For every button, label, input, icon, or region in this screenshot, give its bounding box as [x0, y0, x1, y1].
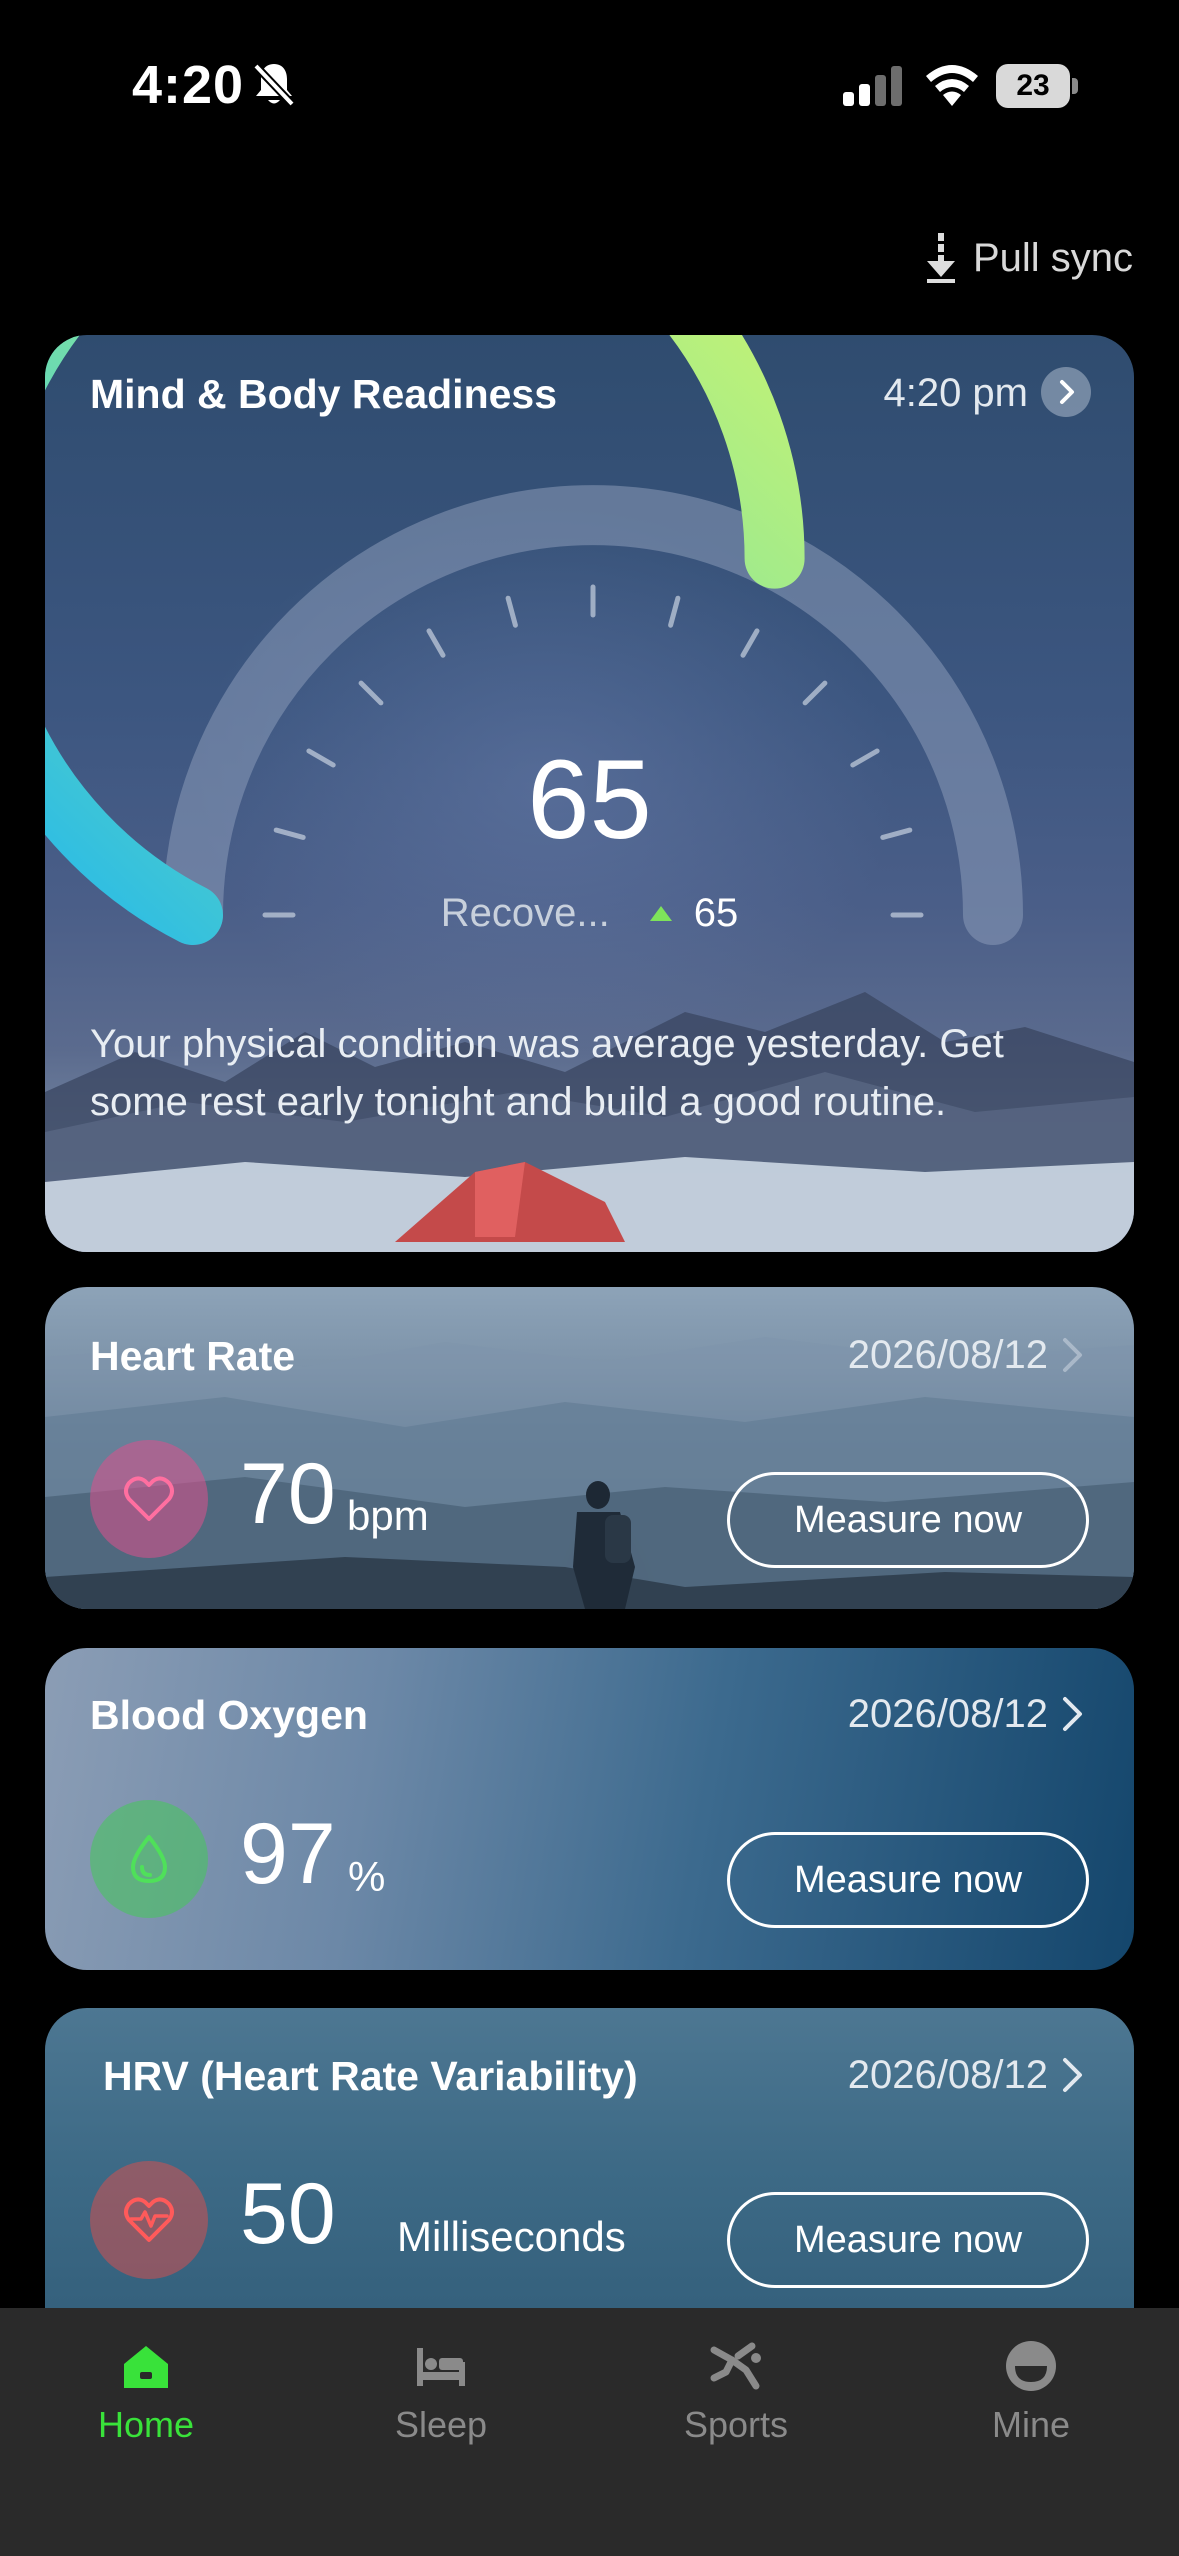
battery-level: 23: [996, 64, 1070, 108]
home-screen: 4:20 23 Pull sync Mind & Body Readiness …: [0, 0, 1179, 2556]
sync-down-icon: [926, 233, 955, 283]
chevron-right-icon[interactable]: [1058, 1692, 1088, 1736]
blood-oxygen-measure-button[interactable]: Measure now: [727, 1832, 1089, 1928]
blood-oxygen-icon-badge: [90, 1800, 208, 1918]
tab-sleep[interactable]: Sleep: [351, 2338, 531, 2458]
gauge-tick: [740, 628, 760, 658]
readiness-score: 65: [527, 737, 652, 862]
bed-icon: [417, 2348, 465, 2386]
readiness-detail-button[interactable]: [1041, 367, 1091, 417]
up-arrow-icon: [649, 906, 672, 921]
blood-oxygen-value: 97: [240, 1806, 336, 1902]
hrv-measure-button[interactable]: Measure now: [727, 2192, 1089, 2288]
pull-sync-button[interactable]: Pull sync: [923, 230, 1133, 286]
battery-tip: [1072, 78, 1078, 94]
gauge-tick: [505, 595, 518, 628]
heart-icon: [124, 1476, 174, 1521]
heart-rate-measure-button[interactable]: Measure now: [727, 1472, 1089, 1568]
heart-rate-date: 2026/08/12: [847, 1333, 1048, 1377]
bottom-tab-bar: Home Sleep Sports Mine: [0, 2308, 1179, 2556]
tab-mine-label: Mine: [991, 2404, 1071, 2445]
signal-icon: [843, 66, 902, 106]
readiness-card[interactable]: Mind & Body Readiness 4:20 pm 65 Recove.…: [45, 335, 1134, 1252]
readiness-status-row: Recove... 65: [45, 891, 1134, 936]
heart-rate-value: 70: [240, 1446, 336, 1542]
gauge-tick: [802, 680, 828, 706]
readiness-title: Mind & Body Readiness: [90, 371, 558, 417]
hrv-date: 2026/08/12: [847, 2053, 1048, 2097]
battery-indicator: 23: [996, 64, 1078, 108]
tab-sports[interactable]: Sports: [646, 2338, 826, 2458]
home-icon: [124, 2346, 168, 2388]
running-icon: [710, 2342, 761, 2390]
tab-home-label: Home: [97, 2404, 195, 2445]
status-time: 4:20: [132, 55, 245, 115]
chevron-right-icon[interactable]: [1058, 2053, 1088, 2097]
hrv-value: 50: [240, 2166, 336, 2262]
pull-sync-label: Pull sync: [972, 235, 1133, 280]
heart-rate-icon-badge: [90, 1440, 208, 1558]
readiness-time: 4:20 pm: [883, 371, 1028, 415]
heart-pulse-icon: [124, 2197, 174, 2242]
blood-oxygen-date: 2026/08/12: [847, 1692, 1048, 1736]
bell-muted-icon: [253, 63, 295, 107]
tab-home[interactable]: Home: [56, 2338, 236, 2458]
recovery-change-value: 65: [693, 891, 739, 935]
wifi-icon: [926, 65, 978, 106]
profile-icon: [1006, 2341, 1056, 2391]
gauge-tick: [668, 595, 681, 628]
heart-rate-title: Heart Rate: [90, 1333, 296, 1379]
tab-sleep-label: Sleep: [394, 2404, 488, 2445]
chevron-right-icon[interactable]: [1058, 1333, 1088, 1377]
heart-rate-unit: bpm: [347, 1492, 429, 1539]
blood-oxygen-card[interactable]: Blood Oxygen 2026/08/12 97 % Measure now: [45, 1648, 1134, 1970]
hrv-title: HRV (Heart Rate Variability): [103, 2053, 638, 2099]
gauge-tick: [426, 628, 446, 658]
hrv-icon-badge: [90, 2161, 208, 2279]
tab-sports-label: Sports: [683, 2404, 789, 2445]
recovery-status-label: Recove...: [440, 891, 610, 935]
blood-oxygen-title: Blood Oxygen: [90, 1692, 368, 1738]
chevron-right-icon: [1060, 380, 1074, 404]
heart-rate-card[interactable]: Heart Rate 2026/08/12 70 bpm Measure now: [45, 1287, 1134, 1609]
droplet-icon: [131, 1835, 167, 1883]
tab-mine[interactable]: Mine: [941, 2338, 1121, 2458]
blood-oxygen-unit: %: [348, 1853, 386, 1900]
gauge-tick: [358, 680, 384, 706]
readiness-description: Your physical condition was average yest…: [90, 1022, 1004, 1124]
hrv-unit: Milliseconds: [397, 2213, 626, 2260]
